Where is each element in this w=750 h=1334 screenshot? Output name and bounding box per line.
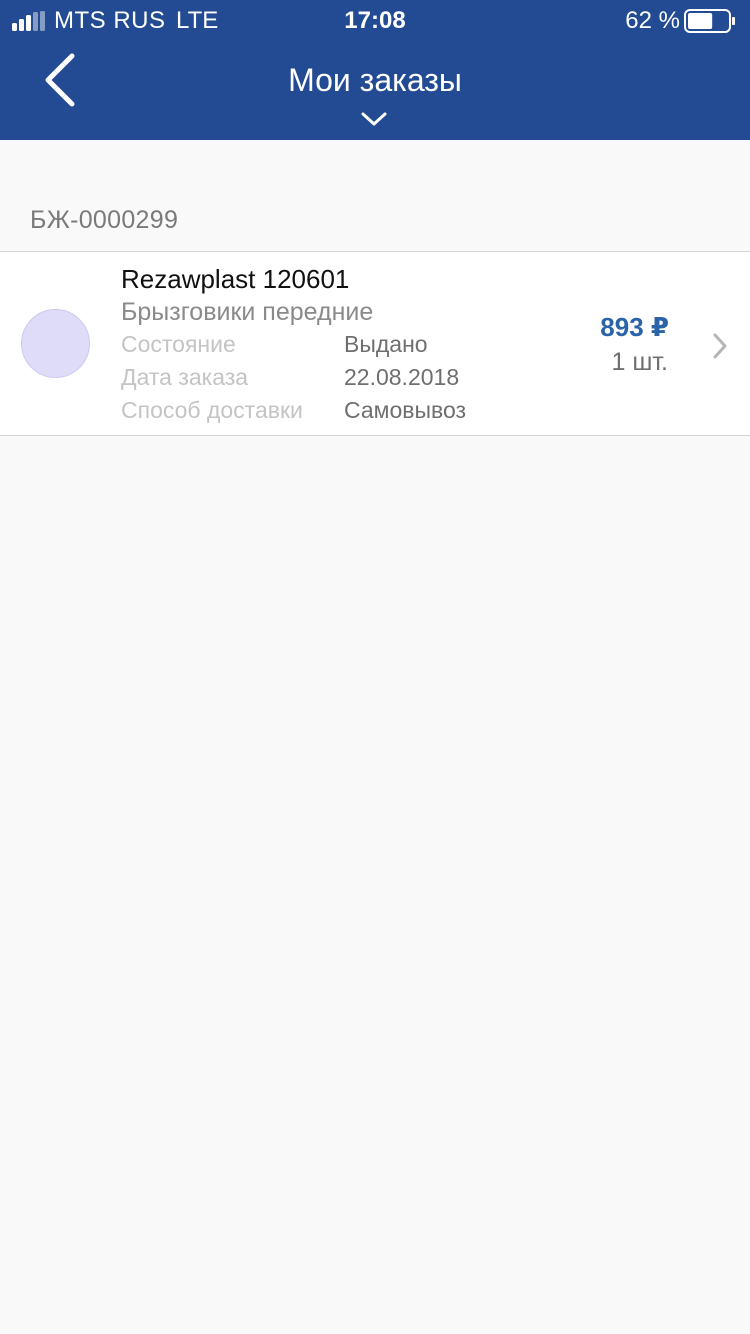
battery-percentage: 62 % xyxy=(625,7,680,34)
delivery-method-value: Самовывоз xyxy=(344,397,467,423)
order-date-value: 22.08.2018 xyxy=(344,364,460,390)
status-label: Состояние xyxy=(121,331,236,357)
item-price: 893 ₽ xyxy=(600,312,669,342)
page-title: Мои заказы xyxy=(288,62,462,98)
status-bar: MTS RUS LTE 17:08 62 % xyxy=(0,0,750,40)
battery-icon xyxy=(684,9,735,33)
product-title: Rezawplast 120601 xyxy=(121,264,350,294)
delivery-method-label: Способ доставки xyxy=(121,397,303,423)
status-value: Выдано xyxy=(344,331,428,357)
header: MTS RUS LTE 17:08 62 % Мои заказы xyxy=(0,0,750,140)
product-subtitle: Брызговики передние xyxy=(121,298,374,326)
order-item-row[interactable]: Rezawplast 120601 Брызговики передние Со… xyxy=(0,251,750,436)
item-quantity: 1 шт. xyxy=(611,348,668,376)
order-date-label: Дата заказа xyxy=(121,364,249,390)
chevron-down-icon[interactable] xyxy=(360,110,388,128)
chevron-right-icon xyxy=(713,333,727,359)
product-thumbnail xyxy=(21,309,90,378)
order-number: БЖ-0000299 xyxy=(30,206,179,234)
